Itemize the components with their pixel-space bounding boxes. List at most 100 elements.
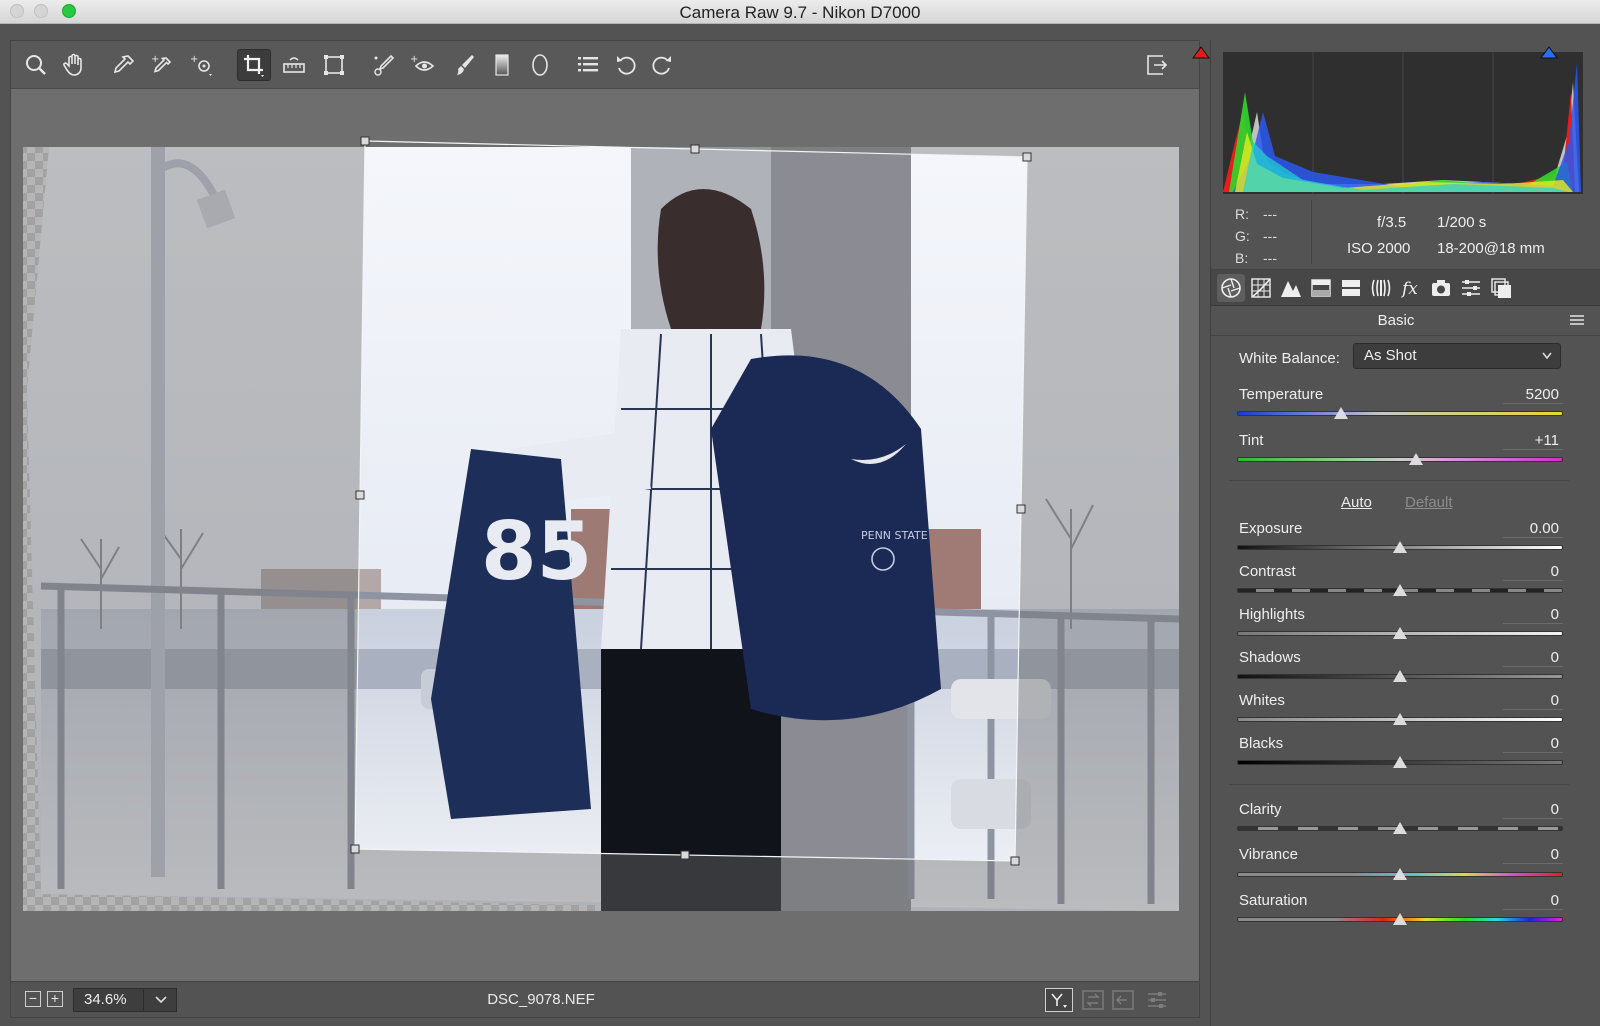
white-balance-value: As Shot xyxy=(1364,347,1417,364)
shadows-value[interactable]: 0 xyxy=(1503,649,1563,667)
red-eye-tool-button[interactable]: + xyxy=(405,49,439,81)
shutter-speed-value: 1/200 s xyxy=(1437,214,1487,231)
temperature-value[interactable]: 5200 xyxy=(1503,386,1563,404)
tab-presets[interactable] xyxy=(1457,274,1485,302)
copy-settings-button[interactable] xyxy=(1109,988,1137,1012)
vibrance-value[interactable]: 0 xyxy=(1503,846,1563,864)
camera-icon xyxy=(1432,280,1450,296)
contrast-slider-thumb[interactable] xyxy=(1393,584,1407,596)
tab-lens-corrections[interactable] xyxy=(1367,274,1395,302)
zoom-tool-button[interactable] xyxy=(19,49,53,81)
graduated-filter-icon xyxy=(495,54,509,76)
title-bar: Camera Raw 9.7 - Nikon D7000 xyxy=(0,0,1600,24)
aperture-icon xyxy=(1221,278,1241,298)
zoom-level-value: 34.6% xyxy=(84,991,127,1008)
exposure-value[interactable]: 0.00 xyxy=(1503,520,1563,538)
whites-value[interactable]: 0 xyxy=(1503,692,1563,710)
white-balance-label: White Balance: xyxy=(1239,350,1340,367)
contrast-value[interactable]: 0 xyxy=(1503,563,1563,581)
tab-snapshots[interactable] xyxy=(1487,274,1515,302)
preview-area: + + + 85 PENN STATE − + 34.6% DSC_9078.N… xyxy=(10,40,1200,1018)
adjustment-brush-tool-button[interactable] xyxy=(447,49,481,81)
window-title: Camera Raw 9.7 - Nikon D7000 xyxy=(679,3,921,22)
shadow-clipping-warning-icon[interactable] xyxy=(1191,44,1211,60)
highlights-slider-thumb[interactable] xyxy=(1393,627,1407,639)
preferences-tool-button[interactable] xyxy=(571,49,605,81)
saturation-slider-thumb[interactable] xyxy=(1393,913,1407,925)
vibrance-slider-thumb[interactable] xyxy=(1393,868,1407,880)
shadows-slider-thumb[interactable] xyxy=(1393,670,1407,682)
whites-slider-thumb[interactable] xyxy=(1393,713,1407,725)
tab-camera-calibration[interactable] xyxy=(1427,274,1455,302)
tab-detail[interactable] xyxy=(1277,274,1305,302)
file-name: DSC_9078.NEF xyxy=(487,991,595,1008)
section-divider xyxy=(1229,480,1569,481)
spot-removal-icon xyxy=(374,54,395,76)
targeted-adjustment-tool-button[interactable]: + xyxy=(185,49,219,81)
lens-icon xyxy=(1371,279,1391,297)
chevron-down-icon xyxy=(1542,352,1552,360)
white-balance-select[interactable]: As Shot xyxy=(1353,343,1561,369)
default-button[interactable]: Default xyxy=(1405,494,1453,511)
r-value: --- xyxy=(1263,206,1277,222)
crop-tool-button[interactable] xyxy=(237,49,271,81)
hand-icon xyxy=(63,53,82,76)
tint-label: Tint xyxy=(1239,432,1264,449)
spot-removal-tool-button[interactable] xyxy=(367,49,401,81)
rotate-cw-icon xyxy=(652,56,671,75)
clarity-label: Clarity xyxy=(1239,801,1282,818)
view-settings-button[interactable] xyxy=(1143,988,1171,1012)
image-preview[interactable]: 85 PENN STATE xyxy=(11,89,1199,969)
tab-effects[interactable]: fx xyxy=(1397,274,1425,302)
snapshots-icon xyxy=(1491,278,1511,298)
r-label: R: xyxy=(1235,206,1249,222)
radial-filter-tool-button[interactable] xyxy=(523,49,557,81)
tint-slider[interactable] xyxy=(1237,457,1563,462)
exposure-label: Exposure xyxy=(1239,520,1303,537)
toggle-fullscreen-button[interactable] xyxy=(1139,49,1173,81)
temperature-slider[interactable] xyxy=(1237,411,1563,416)
straighten-tool-button[interactable] xyxy=(277,49,311,81)
highlights-value[interactable]: 0 xyxy=(1503,606,1563,624)
clarity-value[interactable]: 0 xyxy=(1503,801,1563,819)
tone-curve-icon xyxy=(1251,278,1271,298)
zoom-out-button[interactable]: − xyxy=(25,991,41,1007)
tint-slider-thumb[interactable] xyxy=(1409,453,1424,465)
clarity-slider-thumb[interactable] xyxy=(1393,822,1407,834)
tab-basic[interactable] xyxy=(1217,274,1245,302)
exposure-slider-thumb[interactable] xyxy=(1393,541,1407,553)
white-balance-tool-button[interactable] xyxy=(107,49,141,81)
auto-button[interactable]: Auto xyxy=(1341,494,1372,511)
hand-tool-button[interactable] xyxy=(57,49,91,81)
highlight-clipping-warning-icon[interactable] xyxy=(1539,44,1559,60)
info-divider xyxy=(1311,200,1312,264)
zoom-in-button[interactable]: + xyxy=(47,991,63,1007)
rotate-cw-tool-button[interactable] xyxy=(645,49,679,81)
rotate-ccw-icon xyxy=(617,56,636,75)
tool-bar: + + + xyxy=(11,41,1199,89)
radial-filter-icon xyxy=(532,54,548,76)
zoom-dropdown-button[interactable] xyxy=(143,988,177,1012)
before-after-view-button[interactable] xyxy=(1045,988,1073,1012)
tab-tone-curve[interactable] xyxy=(1247,274,1275,302)
camera-raw-window: Camera Raw 9.7 - Nikon D7000 + + + 85 PE… xyxy=(0,0,1600,1026)
saturation-value[interactable]: 0 xyxy=(1503,892,1563,910)
blacks-value[interactable]: 0 xyxy=(1503,735,1563,753)
temperature-slider-thumb[interactable] xyxy=(1334,407,1349,419)
tab-split-toning[interactable] xyxy=(1337,274,1365,302)
rotate-ccw-tool-button[interactable] xyxy=(609,49,643,81)
graduated-filter-tool-button[interactable] xyxy=(485,49,519,81)
transform-tool-button[interactable] xyxy=(317,49,351,81)
tab-hsl[interactable] xyxy=(1307,274,1335,302)
svg-text:85: 85 xyxy=(481,505,592,598)
tint-value[interactable]: +11 xyxy=(1503,432,1563,450)
color-sampler-tool-button[interactable]: + xyxy=(145,49,179,81)
svg-text:+: + xyxy=(151,54,159,65)
section-divider xyxy=(1229,784,1569,785)
swap-settings-button[interactable] xyxy=(1079,988,1107,1012)
blacks-slider-thumb[interactable] xyxy=(1393,756,1407,768)
panel-menu-icon[interactable] xyxy=(1569,314,1585,328)
crop-icon xyxy=(244,55,264,77)
g-label: G: xyxy=(1235,228,1250,244)
b-label: B: xyxy=(1235,250,1249,266)
